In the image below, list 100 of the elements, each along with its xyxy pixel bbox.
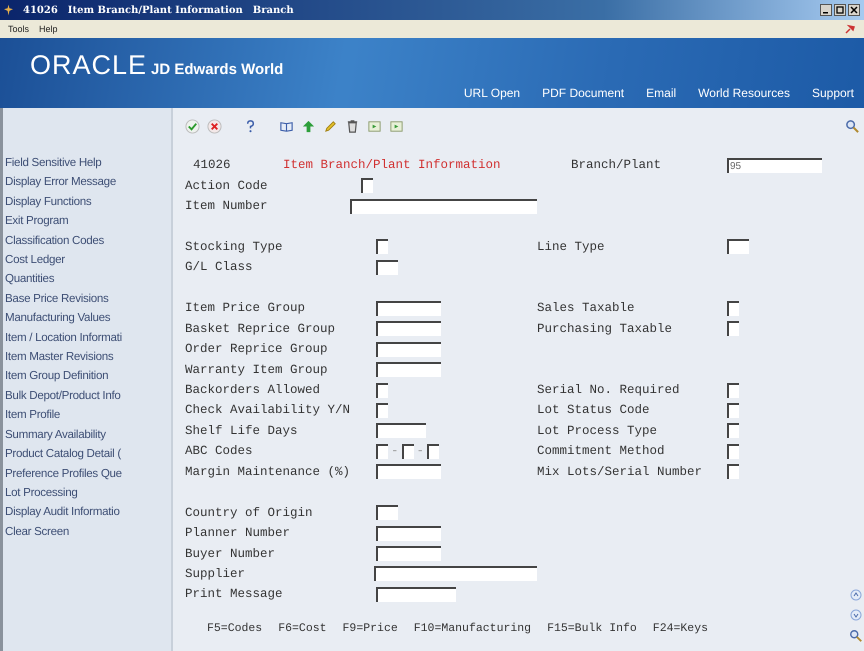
window-title: Item Branch/Plant Information (68, 4, 243, 16)
input-field[interactable] (376, 526, 441, 541)
field-label: Warranty Item Group (185, 362, 329, 377)
sidebar-item[interactable]: Display Error Message (3, 172, 171, 192)
field-label: Basket Reprice Group (185, 322, 336, 336)
field-label: Order Reprice Group (185, 342, 329, 356)
input-field[interactable] (727, 321, 739, 336)
input-field[interactable] (350, 198, 537, 214)
input-field[interactable] (376, 586, 456, 602)
input-field[interactable] (727, 300, 739, 316)
banner-link[interactable]: World Resources (698, 86, 790, 100)
sidebar-item[interactable]: Display Functions (3, 192, 171, 212)
window-title: 41026 (23, 4, 58, 16)
field-label: Lot Process Type (537, 424, 658, 438)
next-icon[interactable] (389, 119, 404, 134)
sidebar-item[interactable]: Item Profile (3, 405, 171, 425)
input-field[interactable] (376, 505, 398, 520)
function-key[interactable]: F10=Manufacturing (414, 622, 532, 635)
add-icon[interactable] (301, 119, 316, 134)
window-subtitle: Branch (252, 4, 294, 16)
sidebar-item[interactable]: Item Group Definition (3, 366, 171, 386)
field-label: Stocking Type (185, 240, 284, 254)
function-key[interactable]: F9=Price (342, 622, 398, 635)
input-field[interactable] (727, 382, 739, 398)
scroll-up-icon[interactable] (850, 589, 862, 601)
sidebar-item[interactable]: Preference Profiles Que (3, 464, 171, 483)
menu-item[interactable]: Tools (8, 24, 30, 34)
input-field[interactable] (376, 546, 441, 562)
sidebar-item[interactable]: Display Audit Informatio (3, 502, 171, 522)
input-field[interactable] (376, 239, 388, 254)
program-id: 41026 (192, 158, 232, 172)
trash-icon[interactable] (345, 119, 360, 134)
field-label: Commitment Method (537, 444, 666, 458)
book-icon[interactable] (279, 119, 294, 134)
sidebar-item[interactable]: Item Master Revisions (3, 347, 171, 366)
banner-link[interactable]: Email (646, 86, 676, 100)
input-field[interactable] (376, 402, 388, 418)
separator: - (416, 444, 424, 458)
input-field[interactable] (427, 444, 440, 459)
input-field[interactable] (376, 321, 441, 336)
product-name: JD Edwards World (151, 61, 284, 78)
cancel-icon[interactable] (207, 119, 222, 134)
input-field[interactable] (376, 342, 441, 357)
sidebar-item[interactable]: Manufacturing Values (3, 308, 171, 328)
sidebar-item[interactable]: Quantities (3, 269, 171, 289)
scroll-down-icon[interactable] (850, 609, 862, 621)
input-field[interactable] (727, 444, 739, 459)
close-icon[interactable] (848, 4, 860, 16)
separator: - (391, 444, 399, 458)
input-field[interactable] (727, 239, 749, 254)
search-icon[interactable] (845, 119, 860, 134)
field-label: Mix Lots/Serial Number (537, 464, 704, 479)
input-field[interactable] (376, 260, 398, 275)
input-field[interactable] (374, 566, 537, 582)
input-field[interactable] (376, 362, 441, 378)
banner-link[interactable]: PDF Document (542, 86, 624, 100)
sidebar-item[interactable]: Product Catalog Detail ( (3, 444, 171, 464)
sidebar-item[interactable]: Clear Screen (3, 522, 171, 542)
input-field[interactable] (727, 423, 739, 438)
input-field[interactable] (361, 178, 373, 194)
pin-icon[interactable] (844, 23, 856, 35)
search-icon[interactable] (849, 629, 863, 643)
input-field[interactable] (727, 402, 739, 418)
input-field[interactable] (376, 382, 388, 398)
banner-link[interactable]: URL Open (464, 86, 520, 100)
sidebar-item[interactable]: Classification Codes (3, 230, 171, 250)
field-label: Shelf Life Days (185, 424, 299, 438)
function-key[interactable]: F15=Bulk Info (547, 622, 637, 635)
minimize-icon[interactable] (820, 4, 832, 16)
field-label: Serial No. Required (537, 383, 681, 398)
input-field[interactable] (402, 444, 414, 459)
function-key[interactable]: F5=Codes (207, 622, 262, 635)
next-icon[interactable] (367, 119, 382, 134)
input-field[interactable] (376, 423, 426, 438)
input-field[interactable] (727, 464, 739, 480)
logo: ORACLE (30, 50, 148, 81)
sidebar-item[interactable]: Cost Ledger (3, 250, 171, 270)
sidebar-item[interactable]: Lot Processing (3, 482, 171, 502)
check-icon[interactable] (185, 119, 200, 134)
input-field[interactable] (376, 444, 388, 459)
function-key[interactable]: F6=Cost (278, 622, 327, 635)
field-label: Backorders Allowed (185, 383, 322, 398)
field-label: Check Availability Y/N (185, 403, 352, 418)
sidebar-item[interactable]: Item / Location Informati (3, 328, 171, 348)
sidebar-item[interactable]: Base Price Revisions (3, 288, 171, 308)
sidebar-item[interactable]: Field Sensitive Help (3, 153, 171, 172)
input-field[interactable]: 95 (727, 158, 822, 173)
field-label: Sales Taxable (537, 301, 636, 316)
input-field[interactable] (376, 300, 441, 316)
pencil-icon[interactable] (323, 119, 338, 134)
input-field[interactable] (376, 464, 441, 480)
sidebar-item[interactable]: Exit Program (3, 211, 171, 231)
field-label: Action Code (185, 178, 269, 193)
function-key[interactable]: F24=Keys (652, 622, 708, 635)
field-label: Item Price Group (185, 301, 306, 316)
banner-link[interactable]: Support (812, 86, 854, 100)
sidebar-item[interactable]: Summary Availability (3, 424, 171, 444)
menu-item[interactable]: Help (39, 24, 58, 34)
maximize-icon[interactable] (834, 4, 846, 16)
sidebar-item[interactable]: Bulk Depot/Product Info (3, 386, 171, 406)
